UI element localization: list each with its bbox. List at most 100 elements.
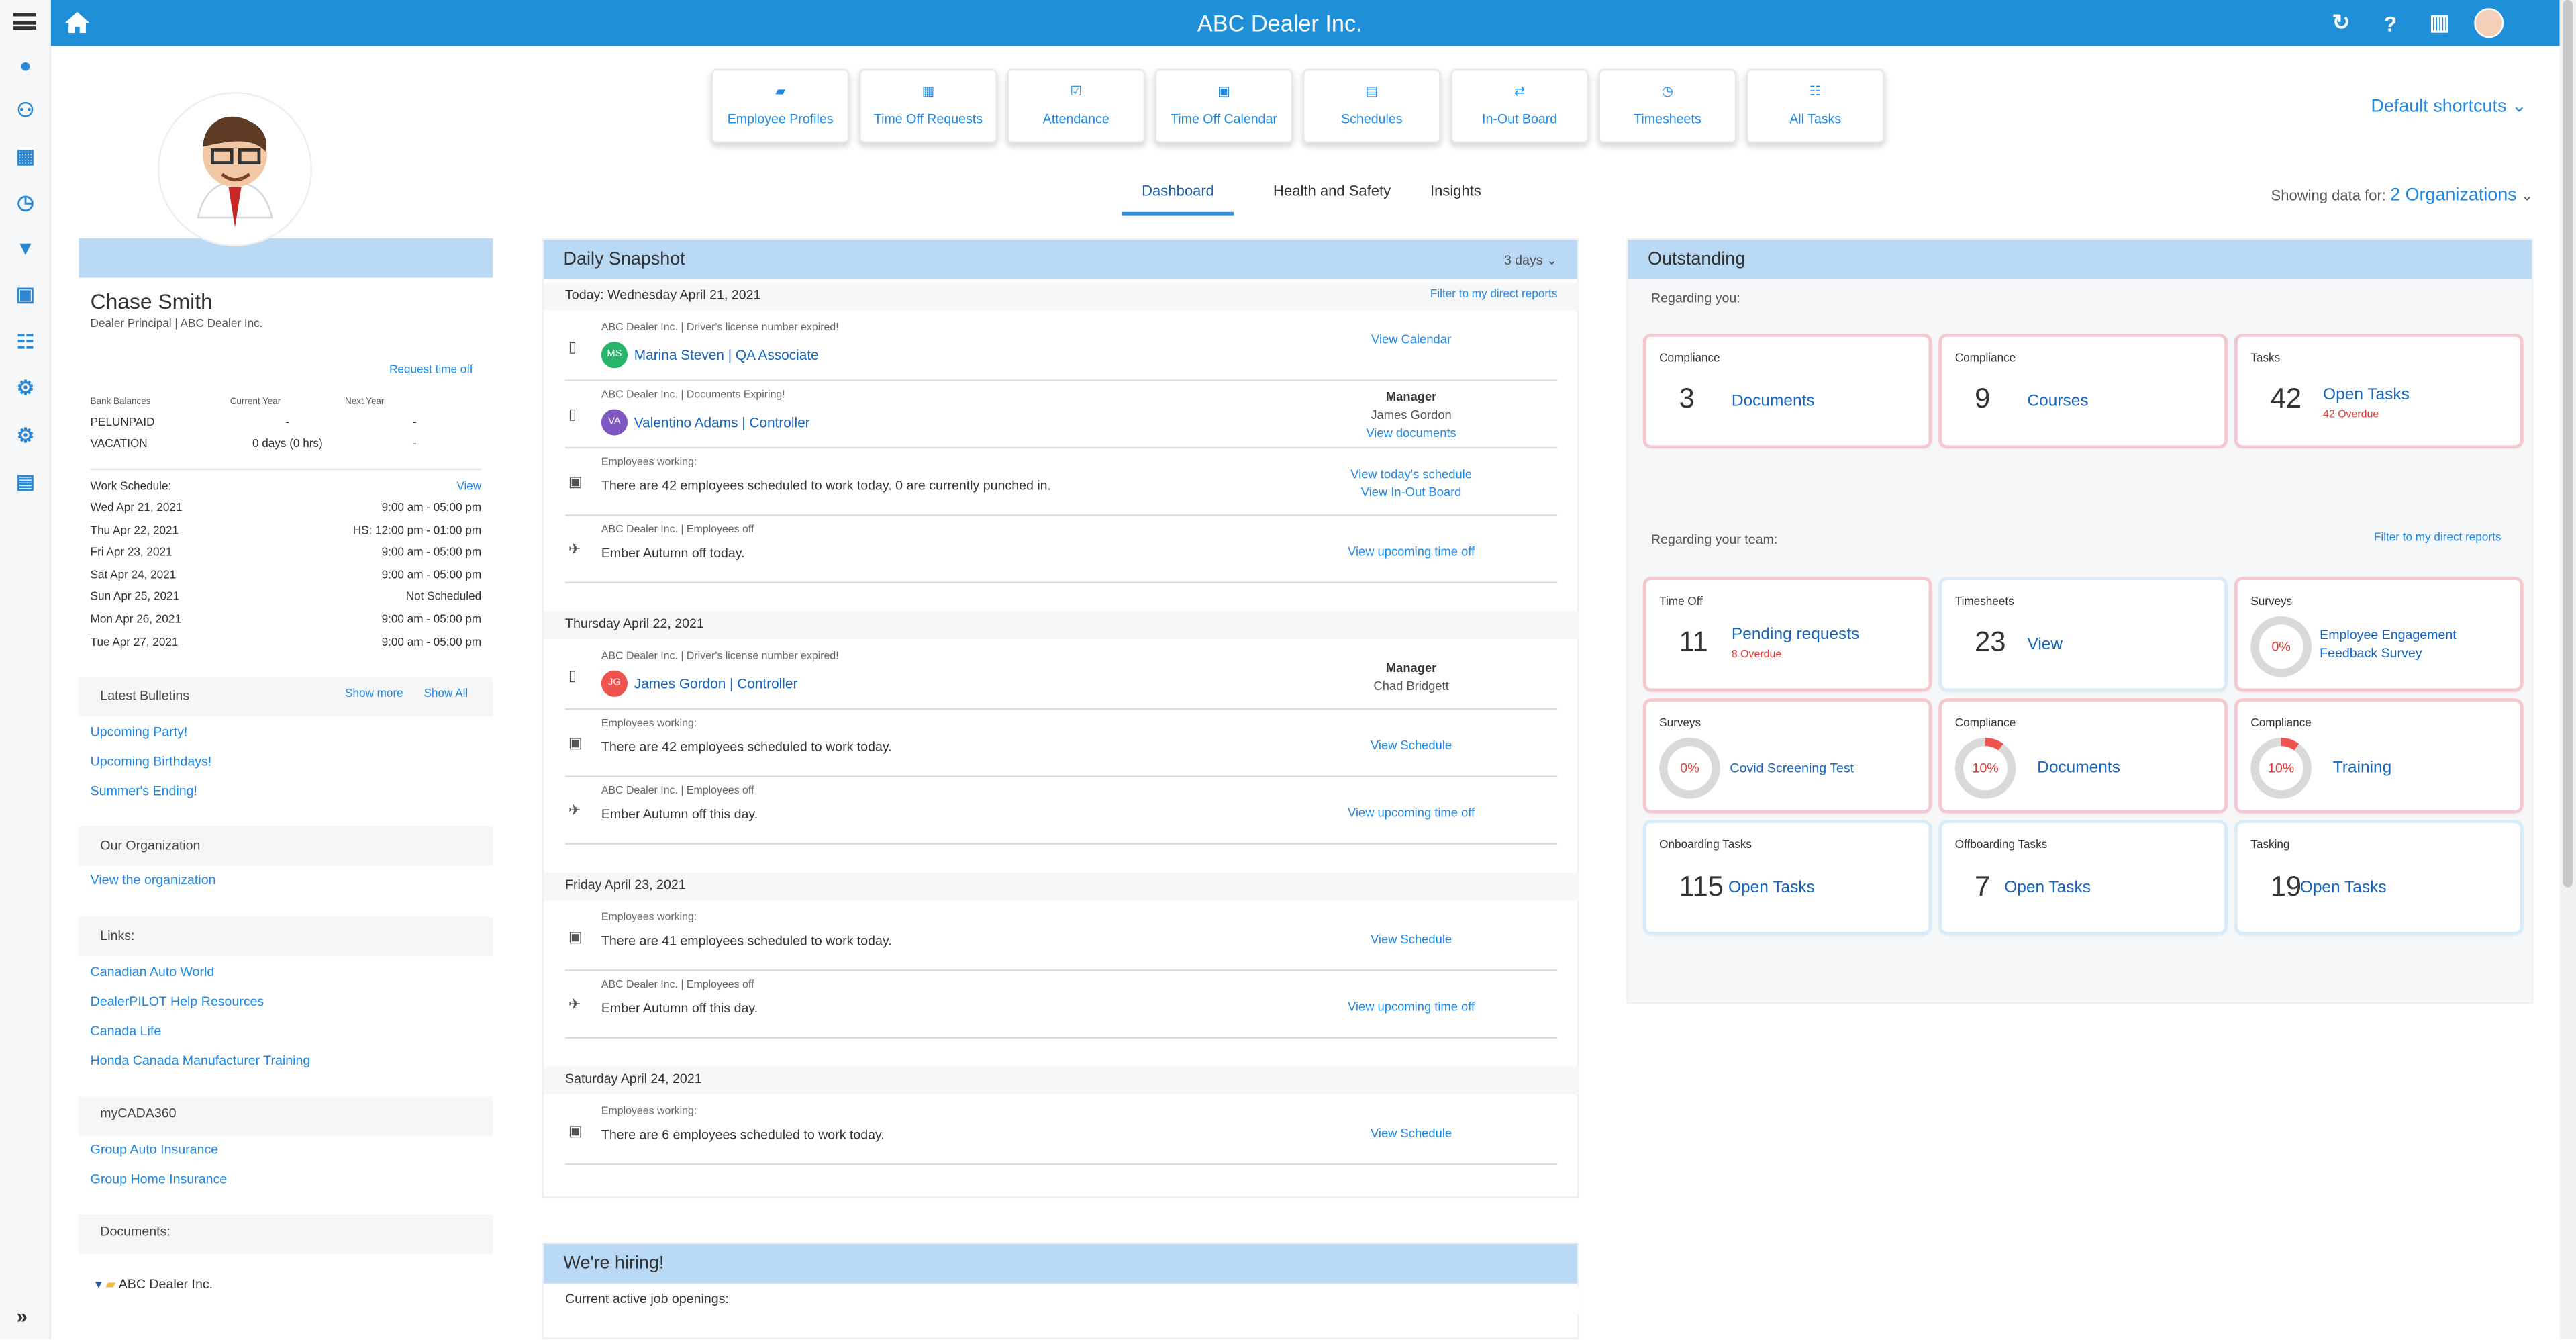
view-calendar-link[interactable]: View Calendar bbox=[1321, 330, 1501, 348]
document-icon[interactable]: ▤ bbox=[11, 469, 40, 497]
time-off-card[interactable]: Time Off 11 Pending requests 8 Overdue bbox=[1646, 580, 1929, 689]
view-today-schedule-link[interactable]: View today's schedule bbox=[1350, 467, 1472, 481]
snapshot-item: ▯ ABC Dealer Inc. | Driver's license numb… bbox=[565, 314, 1558, 381]
dashboard-tabs: Dashboard Health and Safety Insights bbox=[1122, 183, 1481, 216]
organization-filter[interactable]: Showing data for: 2 Organizations ⌄ bbox=[2271, 186, 2534, 205]
time-off-calendar-button[interactable]: ▣ Time Off Calendar bbox=[1154, 68, 1293, 143]
attendance-button[interactable]: ☑ Attendance bbox=[1007, 68, 1146, 143]
survey-progress-donut: 0% bbox=[1659, 738, 1720, 799]
in-out-board-button[interactable]: ⇄ In-Out Board bbox=[1450, 68, 1589, 143]
dashboard-page: ABC Dealer Inc. ↻ ? ▥ ● ⚇ ▦ ◷ ▼ ▣ ☷ ⚙ ⚙ … bbox=[0, 0, 2576, 1339]
handshake-icon[interactable]: ⚇ bbox=[11, 97, 40, 125]
view-in-out-board-link[interactable]: View In-Out Board bbox=[1361, 485, 1462, 499]
filter-team-reports-link[interactable]: Filter to my direct reports bbox=[2374, 532, 2501, 544]
show-more-link[interactable]: Show more bbox=[345, 689, 403, 700]
view-organization-link[interactable]: View the organization bbox=[91, 873, 216, 888]
network-icon[interactable]: ⚙ bbox=[11, 375, 40, 403]
calendar-icon[interactable]: ▣ bbox=[11, 281, 40, 309]
filter-icon[interactable]: ▼ bbox=[11, 235, 40, 263]
insurance-link[interactable]: Group Auto Insurance bbox=[91, 1142, 228, 1157]
employee-link[interactable]: JG James Gordon | Controller bbox=[601, 670, 797, 697]
document-icon: ▯ bbox=[568, 667, 577, 684]
show-all-link[interactable]: Show All bbox=[424, 689, 468, 700]
external-link[interactable]: Canadian Auto World bbox=[91, 965, 311, 979]
view-upcoming-time-off-link[interactable]: View upcoming time off bbox=[1321, 998, 1501, 1016]
engagement-survey-card[interactable]: Surveys 0% Employee Engagement Feedback Su… bbox=[2237, 580, 2520, 689]
airplane-icon: ✈ bbox=[568, 802, 581, 818]
daily-snapshot-panel: Daily Snapshot 3 days ⌄ Today: Wednesday … bbox=[542, 238, 1579, 1198]
calendar-icon: ▣ bbox=[568, 1122, 583, 1139]
tasking-card[interactable]: Tasking 19 Open Tasks bbox=[2237, 823, 2520, 932]
view-schedule-link[interactable]: View Schedule bbox=[1321, 930, 1501, 948]
insurance-link[interactable]: Group Home Insurance bbox=[91, 1171, 228, 1186]
tasks-icon[interactable]: ☷ bbox=[11, 329, 40, 357]
refresh-icon[interactable]: ↻ bbox=[2326, 8, 2356, 38]
divider bbox=[90, 468, 482, 471]
days-dropdown[interactable]: 3 days ⌄ bbox=[1504, 252, 1558, 267]
page-scrollbar[interactable] bbox=[2559, 0, 2576, 1339]
top-header-bar: ABC Dealer Inc. ↻ ? ▥ bbox=[0, 0, 2560, 46]
today-section-header: Today: Wednesday April 21, 2021 Filter to… bbox=[544, 283, 1579, 311]
arrows-icon: ⇄ bbox=[1514, 83, 1526, 99]
onboarding-tasks-card[interactable]: Onboarding Tasks 115 Open Tasks bbox=[1646, 823, 1929, 932]
compliance-courses-card[interactable]: Compliance 9 Courses bbox=[1942, 336, 2225, 446]
employee-link[interactable]: VA Valentino Adams | Controller bbox=[601, 409, 810, 436]
compliance-training-progress-card[interactable]: Compliance 10% Training bbox=[2237, 702, 2520, 810]
calendar-plus-icon: ▦ bbox=[922, 83, 935, 99]
tab-insights[interactable]: Insights bbox=[1430, 183, 1481, 216]
profile-name: Chase Smith bbox=[90, 289, 213, 314]
menu-icon[interactable] bbox=[13, 13, 36, 30]
snapshot-item: ▯ ABC Dealer Inc. | Documents Expiring! VA… bbox=[565, 381, 1558, 449]
snapshot-item: ▣ Employees working: There are 6 employees… bbox=[565, 1098, 1558, 1165]
external-link[interactable]: DealerPILOT Help Resources bbox=[91, 994, 311, 1009]
tab-health-and-safety[interactable]: Health and Safety bbox=[1273, 183, 1391, 216]
tab-dashboard[interactable]: Dashboard bbox=[1122, 183, 1234, 216]
calendar-icon: ▣ bbox=[568, 734, 583, 751]
covid-survey-card[interactable]: Surveys 0% Covid Screening Test bbox=[1646, 702, 1929, 810]
default-shortcuts-dropdown[interactable]: Default shortcuts ⌄ bbox=[2371, 95, 2527, 117]
filter-direct-reports-link[interactable]: Filter to my direct reports bbox=[1430, 289, 1558, 301]
all-tasks-button[interactable]: ☷ All Tasks bbox=[1746, 68, 1885, 143]
bulletin-link[interactable]: Upcoming Party! bbox=[91, 724, 212, 739]
airplane-icon: ✈ bbox=[568, 996, 581, 1012]
profile-role: Dealer Principal | ABC Dealer Inc. bbox=[90, 318, 263, 330]
top-action-icons: ↻ ? ▥ bbox=[2326, 8, 2504, 38]
external-link[interactable]: Honda Canada Manufacturer Training bbox=[91, 1053, 311, 1068]
view-documents-link[interactable]: View documents bbox=[1366, 426, 1456, 440]
chevron-down-icon: ⌄ bbox=[1546, 252, 1558, 267]
bulletin-link[interactable]: Summer's Ending! bbox=[91, 784, 212, 799]
settings-icon[interactable]: ⚙ bbox=[11, 422, 40, 450]
snapshot-item: ▯ ABC Dealer Inc. | Driver's license numb… bbox=[565, 642, 1558, 710]
time-off-requests-button[interactable]: ▦ Time Off Requests bbox=[859, 68, 997, 143]
view-upcoming-time-off-link[interactable]: View upcoming time off bbox=[1321, 804, 1501, 822]
view-schedule-link[interactable]: View bbox=[456, 481, 481, 493]
user-avatar[interactable] bbox=[2474, 8, 2504, 38]
employee-profiles-button[interactable]: ▰ Employee Profiles bbox=[711, 68, 850, 143]
bulletins-title: Latest Bulletins bbox=[100, 688, 190, 704]
view-schedule-link[interactable]: View Schedule bbox=[1321, 736, 1501, 755]
expand-sidebar-icon[interactable]: » bbox=[16, 1304, 27, 1327]
left-sidebar: ● ⚇ ▦ ◷ ▼ ▣ ☷ ⚙ ⚙ ▤ » bbox=[0, 0, 51, 1339]
bulletin-link[interactable]: Upcoming Birthdays! bbox=[91, 754, 212, 769]
compliance-documents-progress-card[interactable]: Compliance 10% Documents bbox=[1942, 702, 2225, 810]
help-icon[interactable]: ? bbox=[2375, 8, 2405, 38]
external-link[interactable]: Canada Life bbox=[91, 1024, 311, 1039]
schedules-button[interactable]: ▤ Schedules bbox=[1303, 68, 1441, 143]
folder-toggle[interactable]: ▾ ▰ ABC Dealer Inc. bbox=[95, 1277, 213, 1292]
tasks-card[interactable]: Tasks 42 Open Tasks 42 Overdue bbox=[2237, 336, 2520, 446]
building-icon[interactable]: ▥ bbox=[2425, 8, 2455, 38]
view-upcoming-time-off-link[interactable]: View upcoming time off bbox=[1321, 542, 1501, 561]
view-schedule-link[interactable]: View Schedule bbox=[1321, 1124, 1501, 1142]
request-time-off-link[interactable]: Request time off bbox=[389, 365, 473, 376]
offboarding-tasks-card[interactable]: Offboarding Tasks 7 Open Tasks bbox=[1942, 823, 2225, 932]
compliance-documents-card[interactable]: Compliance 3 Documents bbox=[1646, 336, 1929, 446]
employee-link[interactable]: MS Marina Steven | QA Associate bbox=[601, 342, 819, 369]
timesheets-card[interactable]: Timesheets 23 View bbox=[1942, 580, 2225, 689]
calendar-icon: ▣ bbox=[1218, 83, 1230, 99]
clock-icon[interactable]: ◷ bbox=[11, 189, 40, 217]
hiring-header: We're hiring! bbox=[544, 1243, 1577, 1284]
dashboard-icon[interactable]: ▦ bbox=[11, 143, 40, 171]
chevron-down-icon: ⌄ bbox=[2511, 97, 2527, 117]
person-icon[interactable]: ● bbox=[11, 52, 40, 81]
timesheets-button[interactable]: ◷ Timesheets bbox=[1598, 68, 1737, 143]
